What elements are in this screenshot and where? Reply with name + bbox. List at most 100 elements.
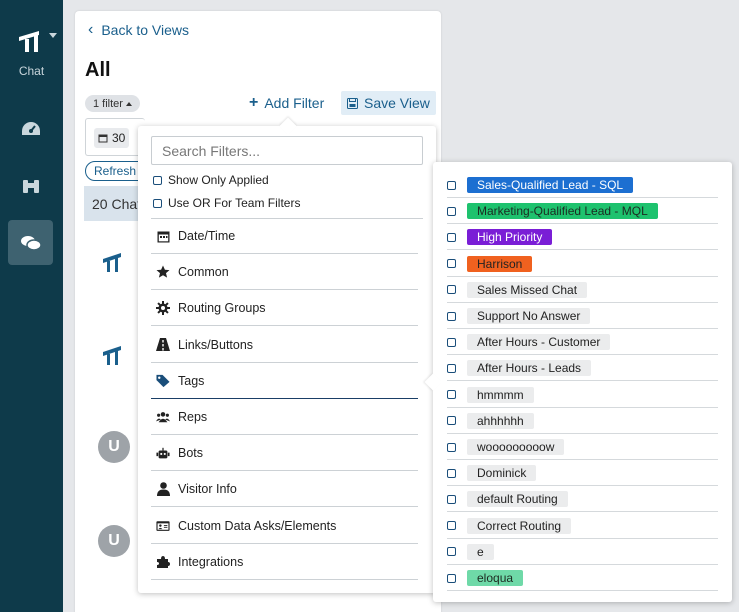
app-label: Chat <box>18 64 45 78</box>
tag-checkbox[interactable] <box>447 206 456 216</box>
tag-option[interactable]: After Hours - Customer <box>447 329 718 356</box>
use-or-checkbox[interactable]: Use OR For Team Filters <box>153 196 300 210</box>
tag-option[interactable]: default Routing <box>447 486 718 513</box>
tag-checkbox[interactable] <box>447 285 456 295</box>
tag-checkbox[interactable] <box>447 494 456 504</box>
active-category-underline <box>151 397 418 400</box>
tag-checkbox[interactable] <box>447 442 456 452</box>
filter-category-routing-groups[interactable]: Routing Groups <box>156 301 266 316</box>
tag-icon <box>156 374 170 388</box>
tag-label: Dominick <box>467 465 537 482</box>
logo-caret-icon[interactable] <box>49 33 57 38</box>
filter-category-label: Routing Groups <box>178 301 266 316</box>
tag-label: Marketing-Qualified Lead - MQL <box>467 203 658 220</box>
filter-category-label: Common <box>178 265 229 280</box>
divider <box>151 289 418 291</box>
date-filter-chip[interactable]: 30 <box>94 128 130 148</box>
nav-bots-button[interactable] <box>8 163 53 208</box>
tag-checkbox[interactable] <box>447 547 456 557</box>
avatar[interactable]: U <box>98 431 130 463</box>
tag-checkbox[interactable] <box>447 468 456 478</box>
tag-checkbox[interactable] <box>447 232 456 242</box>
filter-category-date-time[interactable]: Date/Time <box>156 229 235 243</box>
tag-option[interactable]: Sales-Qualified Lead - SQL <box>447 172 718 198</box>
applied-filters-box: 30 <box>85 118 145 156</box>
filter-category-custom-data-asks-elements[interactable]: Custom Data Asks/Elements <box>156 519 336 533</box>
use-or-label: Use OR For Team Filters <box>168 196 301 210</box>
search-filters-input[interactable] <box>151 136 423 165</box>
filter-category-tags[interactable]: Tags <box>156 374 204 388</box>
floppy-disk-icon <box>347 97 358 109</box>
add-filter-label: Add Filter <box>264 95 325 111</box>
divider <box>151 470 418 472</box>
filter-category-label: Links/Buttons <box>178 337 254 352</box>
company-logo-icon[interactable] <box>102 344 124 366</box>
tag-checkbox[interactable] <box>447 259 456 269</box>
tag-checkbox[interactable] <box>447 337 456 347</box>
filter-category-reps[interactable]: Reps <box>156 410 207 424</box>
filter-category-label: Bots <box>178 446 204 461</box>
road-icon <box>156 338 170 352</box>
gauge-icon <box>21 121 40 135</box>
date-filter-value: 30 <box>112 131 126 145</box>
tag-option[interactable]: Marketing-Qualified Lead - MQL <box>447 198 718 225</box>
tag-label: default Routing <box>467 491 568 508</box>
tag-label: High Priority <box>467 229 553 246</box>
tag-option[interactable]: e <box>447 539 718 565</box>
nav-conversations-button[interactable] <box>8 220 53 265</box>
chat-count-header: 20 Chat <box>84 186 144 221</box>
back-label: Back to Views <box>101 22 189 38</box>
tag-label: Sales-Qualified Lead - SQL <box>467 177 634 193</box>
show-only-applied-label: Show Only Applied <box>168 173 269 187</box>
add-filter-button[interactable]: + Add Filter <box>249 94 324 112</box>
tag-option[interactable]: Sales Missed Chat <box>447 277 718 303</box>
divider <box>151 506 418 508</box>
tag-option[interactable]: High Priority <box>447 224 718 251</box>
filter-count-toggle[interactable]: 1 filter <box>85 95 140 112</box>
tag-label: eloqua <box>467 570 524 586</box>
page-title: All <box>85 59 111 81</box>
binoculars-icon <box>22 179 39 193</box>
tag-checkbox[interactable] <box>447 180 456 190</box>
divider <box>151 578 418 580</box>
tag-checkbox[interactable] <box>447 416 456 426</box>
tag-option[interactable]: wooooooooow <box>447 434 718 460</box>
tag-option[interactable]: eloqua <box>447 565 718 591</box>
avatar[interactable]: U <box>98 525 130 557</box>
tag-label: ahhhhhh <box>467 412 534 429</box>
tag-option[interactable]: Correct Routing <box>447 513 718 539</box>
filter-category-visitor-info[interactable]: Visitor Info <box>156 482 237 497</box>
tag-checkbox[interactable] <box>447 521 456 531</box>
caret-up-icon <box>125 101 132 106</box>
id-card-icon <box>156 519 170 533</box>
company-logo-icon[interactable] <box>102 251 124 273</box>
tag-option[interactable]: Harrison <box>447 251 718 277</box>
save-view-button[interactable]: Save View <box>341 91 436 115</box>
tag-label: e <box>467 543 494 560</box>
filter-menu: Show Only Applied Use OR For Team Filter… <box>138 117 436 593</box>
filter-count-label: 1 filter <box>93 97 123 110</box>
back-to-views-link[interactable]: ‹ Back to Views <box>88 22 189 39</box>
app-logo-icon[interactable] <box>17 27 47 53</box>
divider <box>151 361 418 363</box>
show-only-applied-checkbox[interactable]: Show Only Applied <box>153 173 269 187</box>
nav-dashboard-button[interactable] <box>8 106 53 151</box>
users-icon <box>156 410 170 424</box>
filter-category-integrations[interactable]: Integrations <box>156 555 243 569</box>
filter-category-bots[interactable]: Bots <box>156 446 203 460</box>
refresh-label: Refresh <box>94 164 137 178</box>
tag-option[interactable]: After Hours - Leads <box>447 355 718 382</box>
tag-checkbox[interactable] <box>447 311 456 321</box>
filter-category-common[interactable]: Common <box>156 265 229 279</box>
filter-category-label: Reps <box>178 410 208 424</box>
tag-option[interactable]: Dominick <box>447 460 718 487</box>
tag-option[interactable]: hmmmm <box>447 382 718 408</box>
puzzle-icon <box>156 555 170 569</box>
tag-checkbox[interactable] <box>447 390 456 400</box>
tag-checkbox[interactable] <box>447 363 456 373</box>
tag-option[interactable]: Support No Answer <box>447 303 718 329</box>
filter-category-label: Custom Data Asks/Elements <box>178 518 337 533</box>
filter-category-links-buttons[interactable]: Links/Buttons <box>156 338 253 352</box>
tag-checkbox[interactable] <box>447 573 456 583</box>
tag-option[interactable]: ahhhhhh <box>447 408 718 434</box>
